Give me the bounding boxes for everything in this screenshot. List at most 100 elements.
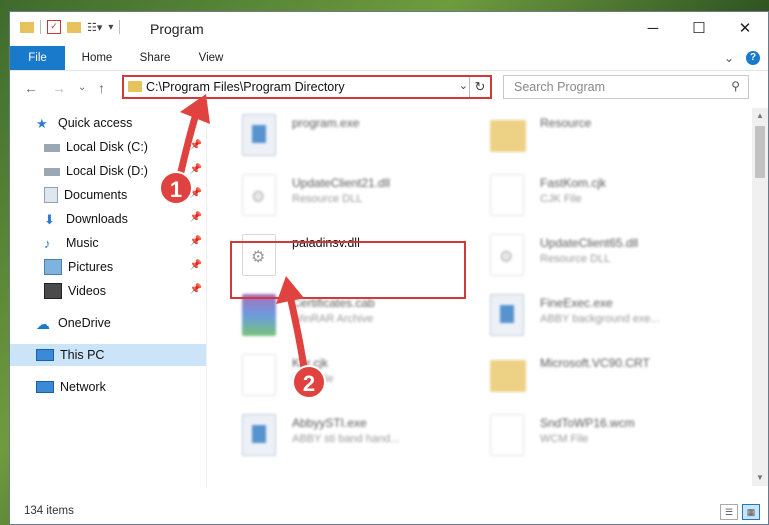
search-icon[interactable]: ⚲ <box>731 79 740 93</box>
scrollbar-thumb[interactable] <box>755 126 765 178</box>
sidebar-item-label: Downloads <box>66 212 128 226</box>
address-dropdown-icon[interactable]: ⌄ <box>459 79 468 92</box>
sidebar-item-music[interactable]: ♪ Music 📌 <box>10 232 206 254</box>
search-box[interactable]: ⚲ <box>503 75 749 99</box>
file-name: UpdateClient65.dll <box>540 236 639 250</box>
scroll-down-icon[interactable]: ▼ <box>752 470 768 486</box>
minimize-button[interactable]: ─ <box>630 12 676 44</box>
item-count: 134 items <box>24 505 74 517</box>
file-name: Resource <box>540 116 592 130</box>
file-item[interactable]: AbbyySTI.exe ABBY sti band hand... <box>218 410 458 464</box>
sidebar-item-downloads[interactable]: ⬇ Downloads 📌 <box>10 208 206 230</box>
application-icon <box>490 294 524 336</box>
up-arrow-icon[interactable]: ↑ <box>98 80 105 96</box>
application-icon <box>242 114 276 156</box>
new-folder-icon[interactable] <box>67 21 81 33</box>
file-list: program.exe Resource UpdateClient21.dll … <box>208 108 743 486</box>
network-icon <box>36 381 54 393</box>
sidebar-item-quick-access[interactable]: ★ Quick access <box>10 112 206 134</box>
properties-icon[interactable]: ✓ <box>47 20 61 34</box>
sidebar-item-videos[interactable]: Videos 📌 <box>10 280 206 302</box>
file-item[interactable]: FineExec.exe ABBY background exe... <box>466 290 706 344</box>
search-input[interactable] <box>512 79 716 95</box>
sidebar-item-this-pc[interactable]: This PC <box>10 344 206 366</box>
help-icon[interactable]: ? <box>746 51 760 65</box>
step-1-badge: 1 <box>159 171 193 205</box>
pictures-icon <box>44 259 62 275</box>
file-item[interactable]: UpdateClient21.dll Resource DLL <box>218 170 458 224</box>
address-bar[interactable]: C:\Program Files\Program Directory ⌄ ↻ <box>122 75 492 99</box>
close-button[interactable]: ✕ <box>722 12 768 44</box>
pin-icon[interactable]: 📌 <box>190 284 202 295</box>
details-view-icon[interactable]: ☰ <box>720 504 738 520</box>
forward-arrow-icon[interactable]: → <box>52 80 66 96</box>
file-item[interactable]: SndToWP16.wcm WCM File <box>466 410 706 464</box>
file-type: ABBY background exe... <box>540 313 660 325</box>
sidebar-item-pictures[interactable]: Pictures 📌 <box>10 256 206 278</box>
file-item[interactable]: Kor.cjk CJK File <box>218 350 458 404</box>
file-item[interactable]: FastKom.cjk CJK File <box>466 170 706 224</box>
sidebar-item-network[interactable]: Network <box>10 376 206 398</box>
expand-ribbon-icon[interactable]: ⌄ <box>724 51 734 65</box>
quick-access-toolbar: ✓ ☷▾ ▾ <box>20 20 121 34</box>
sidebar-item-label: Network <box>60 380 106 394</box>
pin-icon[interactable]: 📌 <box>190 236 202 247</box>
pin-icon[interactable]: 📌 <box>190 140 202 151</box>
file-type: CJK File <box>540 193 582 205</box>
refresh-icon[interactable]: ↻ <box>469 77 490 97</box>
file-item[interactable]: UpdateClient65.dll Resource DLL <box>466 230 706 284</box>
large-icons-view-icon[interactable]: ▦ <box>742 504 760 520</box>
sidebar-item-label: Videos <box>68 284 106 298</box>
tab-view[interactable]: View <box>188 46 234 70</box>
dll-file-icon <box>490 234 524 276</box>
scroll-up-icon[interactable]: ▲ <box>752 108 768 124</box>
sidebar-item-onedrive[interactable]: ☁ OneDrive <box>10 312 206 334</box>
toolbar-divider <box>119 20 121 34</box>
ribbon-tabs: File Home Share View ⌄ ? <box>10 46 768 71</box>
videos-icon <box>44 283 62 299</box>
file-name: Microsoft.VC90.CRT <box>540 356 650 370</box>
music-icon: ♪ <box>44 236 51 251</box>
customize-toolbar-icon[interactable]: ☷▾ <box>87 21 102 34</box>
maximize-button[interactable]: ☐ <box>676 12 722 44</box>
download-icon: ⬇ <box>44 212 55 227</box>
tab-file[interactable]: File <box>10 46 65 70</box>
pin-icon[interactable]: 📌 <box>190 164 202 175</box>
pin-icon[interactable]: 📌 <box>190 260 202 271</box>
generic-file-icon <box>490 174 524 216</box>
folder-icon <box>20 21 34 33</box>
star-icon: ★ <box>36 116 48 131</box>
back-arrow-icon[interactable]: ← <box>24 80 38 96</box>
file-item[interactable]: program.exe <box>218 110 458 164</box>
toolbar-dropdown-icon[interactable]: ▾ <box>108 22 113 33</box>
file-type: WinRAR Archive <box>292 313 374 325</box>
sidebar-item-label: Music <box>66 236 99 250</box>
tab-home[interactable]: Home <box>72 46 122 70</box>
sidebar-item-label: OneDrive <box>58 316 111 330</box>
sidebar-item-local-disk-c[interactable]: Local Disk (C:) 📌 <box>10 136 206 158</box>
vertical-scrollbar[interactable]: ▲ ▼ <box>752 108 768 486</box>
sidebar-item-label: This PC <box>60 348 105 362</box>
file-name: program.exe <box>292 116 360 130</box>
folder-icon <box>490 360 526 392</box>
file-type: WCM File <box>540 433 589 445</box>
tab-share[interactable]: Share <box>130 46 180 70</box>
pin-icon[interactable]: 📌 <box>190 212 202 223</box>
view-toggle: ☰ ▦ <box>720 504 760 520</box>
navigation-pane: ★ Quick access Local Disk (C:) 📌 Local D… <box>10 108 206 488</box>
sidebar-item-label: Quick access <box>58 116 133 130</box>
archive-icon <box>242 294 276 336</box>
computer-icon <box>36 349 54 361</box>
generic-file-icon <box>490 414 524 456</box>
folder-item[interactable]: Microsoft.VC90.CRT <box>466 350 706 404</box>
address-path[interactable]: C:\Program Files\Program Directory <box>146 80 345 94</box>
sidebar-item-label: Local Disk (D:) <box>66 164 148 178</box>
folder-item[interactable]: Resource <box>466 110 706 164</box>
sidebar-item-label: Pictures <box>68 260 114 274</box>
file-name: AbbyySTI.exe <box>292 416 367 430</box>
generic-file-icon <box>242 354 276 396</box>
window-controls: ─ ☐ ✕ <box>630 12 768 44</box>
pane-divider <box>206 108 207 488</box>
recent-locations-icon[interactable]: ⌄ <box>78 82 86 93</box>
highlight-box <box>230 241 466 299</box>
